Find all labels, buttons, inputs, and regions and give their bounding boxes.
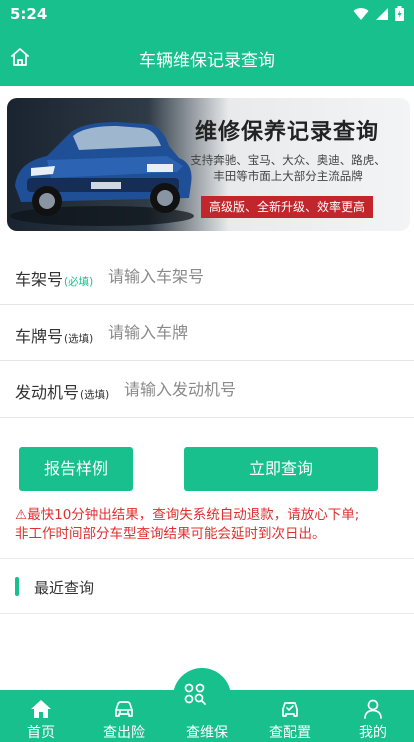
engine-input[interactable] xyxy=(124,375,374,403)
page-title: 车辆维保记录查询 xyxy=(139,51,275,71)
notice-text: ⚠最快10分钟出结果，查询失系统自动退款，请放心下单; 非工作时间部分车型查询结… xyxy=(15,506,407,544)
banner-subtitle: 支持奔驰、宝马、大众、奥迪、路虎、 丰田等市面上大部分主流品牌 xyxy=(175,152,401,184)
vin-input[interactable] xyxy=(108,262,358,290)
tab-config-label: 查配置 xyxy=(269,725,311,741)
vin-label: 车架号(必填) xyxy=(15,266,93,290)
plate-optional-hint: (选填) xyxy=(64,332,94,345)
engine-row: 发动机号(选填) xyxy=(0,361,414,418)
engine-label-text: 发动机号 xyxy=(15,383,80,402)
banner-subtitle-line2: 丰田等市面上大部分主流品牌 xyxy=(213,169,363,183)
banner-tag: 高级版、全新升级、效率更高 xyxy=(201,196,373,218)
tab-profile[interactable]: 我的 xyxy=(332,690,414,742)
tab-home[interactable]: 首页 xyxy=(0,690,82,742)
tab-profile-label: 我的 xyxy=(359,725,387,741)
query-form: 车架号(必填) 车牌号(选填) 发动机号(选填) xyxy=(0,248,414,418)
tab-insurance-label: 查出险 xyxy=(103,725,145,741)
plate-row: 车牌号(选填) xyxy=(0,305,414,361)
tab-maintenance-label: 查维保 xyxy=(186,725,228,741)
vin-required-hint: (必填) xyxy=(64,276,94,288)
banner-title: 维修保养记录查询 xyxy=(194,119,379,145)
app-bar: 车辆维保记录查询 xyxy=(0,28,414,86)
notice-line2: 非工作时间部分车型查询结果可能会延时到次日出。 xyxy=(15,526,326,542)
vin-row: 车架号(必填) xyxy=(0,248,414,305)
section-accent-bar xyxy=(15,577,19,596)
plate-label: 车牌号(选填) xyxy=(15,323,93,347)
promo-banner: 维修保养记录查询 支持奔驰、宝马、大众、奥迪、路虎、 丰田等市面上大部分主流品牌… xyxy=(7,98,410,231)
plate-input[interactable] xyxy=(108,318,358,347)
car-icon xyxy=(115,701,133,717)
status-bar: 5:24 xyxy=(0,0,414,28)
recent-queries-title: 最近查询 xyxy=(34,579,95,597)
battery-icon xyxy=(395,6,404,21)
signal-icon xyxy=(376,7,388,20)
engine-optional-hint: (选填) xyxy=(80,389,110,401)
recent-queries-header: 最近查询 xyxy=(0,558,414,614)
banner-subtitle-line1: 支持奔驰、宝马、大众、奥迪、路虎、 xyxy=(190,153,386,167)
tab-home-label: 首页 xyxy=(27,725,55,741)
plate-label-text: 车牌号 xyxy=(15,326,64,346)
search-grid-icon xyxy=(184,683,206,705)
home-icon xyxy=(31,700,51,718)
status-time: 5:24 xyxy=(10,5,48,23)
config-car-icon xyxy=(282,702,298,717)
tab-insurance[interactable]: 查出险 xyxy=(83,690,165,742)
vin-label-text: 车架号 xyxy=(15,270,64,289)
engine-label: 发动机号(选填) xyxy=(15,379,109,403)
system-icons xyxy=(353,6,404,21)
query-now-button[interactable]: 立即查询 xyxy=(184,447,378,491)
bottom-tab-bar: 首页 查出险 查维保 查配置 我的 xyxy=(0,668,414,742)
tab-maintenance[interactable]: 查维保 xyxy=(166,668,248,742)
tab-config[interactable]: 查配置 xyxy=(249,690,331,742)
sample-report-button[interactable]: 报告样例 xyxy=(19,447,133,491)
notice-line1: ⚠最快10分钟出结果，查询失系统自动退款，请放心下单; xyxy=(15,507,360,523)
user-icon xyxy=(364,699,382,719)
wifi-icon xyxy=(353,7,369,20)
